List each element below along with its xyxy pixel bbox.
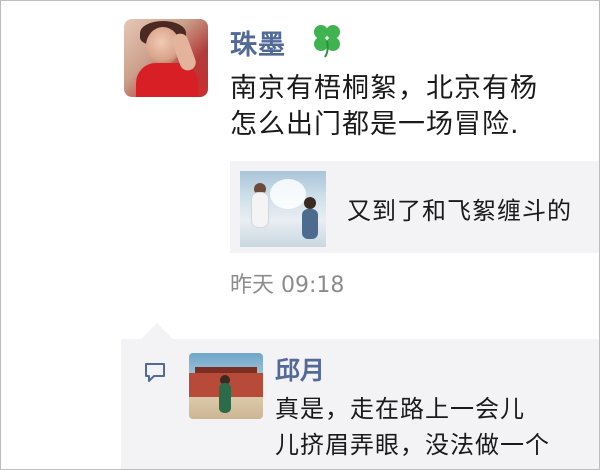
moments-feed: 珠墨 南京有梧桐絮，北京有杨 怎么出门都是一场冒险. 又到了和飞絮缠斗的 昨天 … bbox=[0, 0, 600, 470]
post-author-name[interactable]: 珠墨 bbox=[230, 23, 286, 62]
four-leaf-clover-icon bbox=[314, 25, 340, 58]
thumbnail-splash bbox=[270, 179, 306, 209]
post-text: 南京有梧桐絮，北京有杨 怎么出门都是一场冒险. bbox=[230, 71, 599, 143]
link-title: 又到了和飞絮缠斗的 bbox=[347, 197, 572, 225]
thumbnail-child-head bbox=[304, 197, 316, 209]
comment-author-name[interactable]: 邱月 bbox=[275, 351, 325, 387]
shared-link-card[interactable]: 又到了和飞絮缠斗的 bbox=[230, 161, 599, 253]
comment-panel-pointer bbox=[141, 323, 173, 339]
thumbnail-child bbox=[252, 193, 268, 227]
comment-author-avatar[interactable] bbox=[189, 353, 263, 419]
thumbnail-child bbox=[302, 209, 318, 239]
comment-bubble-icon bbox=[145, 363, 165, 382]
comment-text: 真是，走在路上一会儿 儿挤眉弄眼，没法做一个 bbox=[275, 391, 550, 463]
post-timestamp: 昨天 09:18 bbox=[230, 273, 345, 298]
link-thumbnail bbox=[240, 171, 326, 247]
post-text-line: 南京有梧桐絮，北京有杨 bbox=[230, 73, 538, 104]
post-author-avatar[interactable] bbox=[124, 19, 208, 97]
post-text-line: 怎么出门都是一场冒险. bbox=[230, 109, 520, 140]
avatar-person bbox=[219, 383, 231, 413]
comment-text-line: 儿挤眉弄眼，没法做一个 bbox=[275, 431, 550, 459]
comment-text-line: 真是，走在路上一会儿 bbox=[275, 395, 525, 423]
